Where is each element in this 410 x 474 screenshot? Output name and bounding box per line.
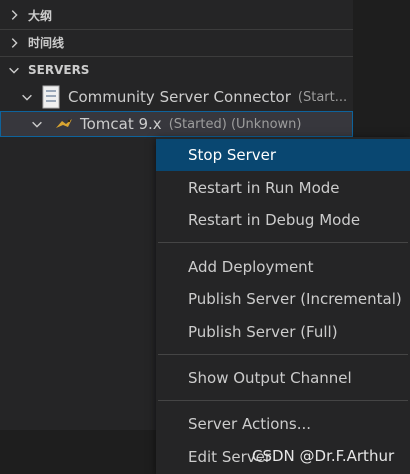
server-connector-icon [42,85,60,109]
section-outline[interactable]: 大纲 [0,2,353,28]
tree-item-connector-label: Community Server Connector [68,88,291,106]
menu-separator [158,242,408,243]
tree-item-tomcat[interactable]: Tomcat 9.x (Started) (Unknown) [0,111,353,137]
chevron-right-icon [7,36,21,50]
menu-item-restart-run[interactable]: Restart in Run Mode [156,172,410,204]
menu-separator [158,354,408,355]
section-outline-label: 大纲 [28,8,53,23]
menu-item-stop-server[interactable]: Stop Server [156,139,410,171]
tomcat-icon [54,116,74,132]
chevron-down-icon [7,63,21,77]
watermark: CSDN @Dr.F.Arthur [252,447,395,465]
menu-separator [158,400,408,401]
tree-item-connector-status: (Start... [297,89,348,105]
chevron-down-icon [30,117,44,131]
section-servers-label: SERVERS [28,62,90,77]
menu-item-publish-full[interactable]: Publish Server (Full) [156,316,410,348]
chevron-right-icon [7,8,21,22]
tree-item-connector[interactable]: Community Server Connector (Start... [0,84,353,110]
menu-item-server-actions[interactable]: Server Actions... [156,408,410,440]
section-timeline[interactable]: 时间线 [0,29,353,55]
chevron-down-icon [20,90,34,104]
editor-background [0,430,160,474]
menu-item-publish-incremental[interactable]: Publish Server (Incremental) [156,283,410,315]
tree-item-tomcat-status: (Started) (Unknown) [168,116,302,132]
menu-item-show-output[interactable]: Show Output Channel [156,362,410,394]
section-timeline-label: 时间线 [28,36,65,50]
menu-item-add-deployment[interactable]: Add Deployment [156,251,410,283]
tree-item-tomcat-label: Tomcat 9.x [80,115,162,133]
menu-item-restart-debug[interactable]: Restart in Debug Mode [156,204,410,236]
context-menu: Stop Server Restart in Run Mode Restart … [156,137,410,474]
section-servers[interactable]: SERVERS [0,56,353,82]
